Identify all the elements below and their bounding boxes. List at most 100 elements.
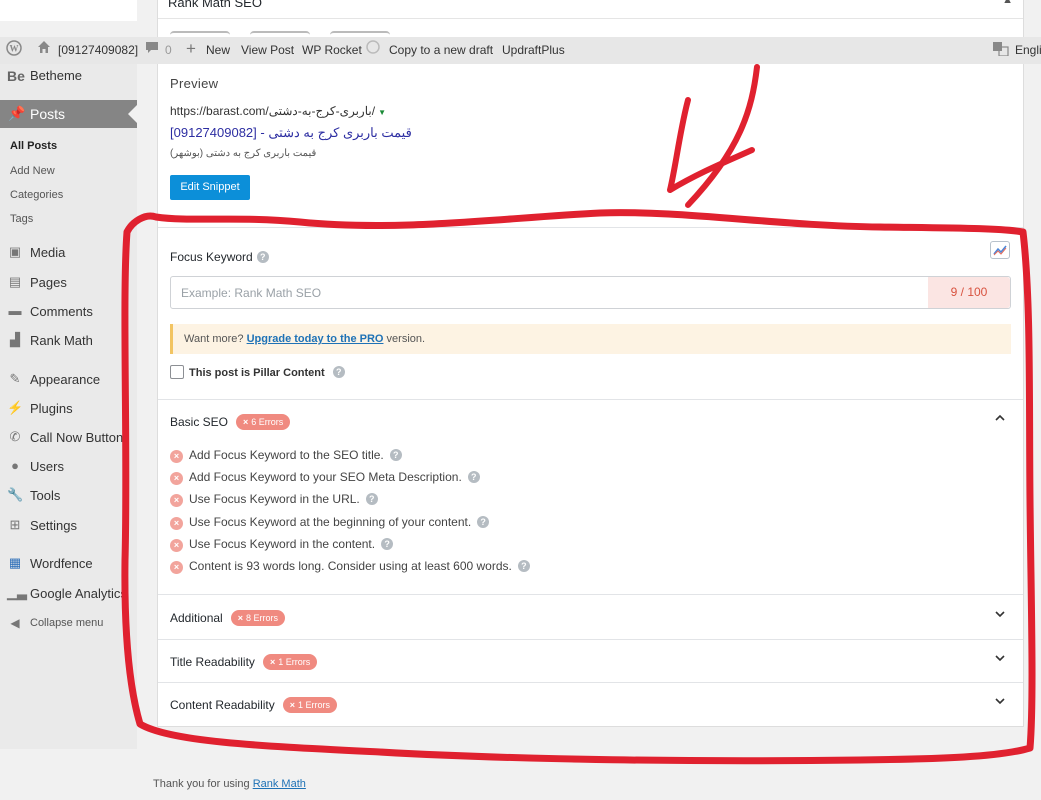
collapse-caret-icon[interactable]: ▲ — [1002, 0, 1013, 6]
language-icon[interactable] — [993, 42, 1009, 61]
additional-section-header[interactable]: Additional × 8 Errors — [158, 596, 1023, 639]
settings-icon: ⊞ — [9, 517, 21, 532]
sidebar-item-call-now-button[interactable]: ✆ Call Now Button — [0, 427, 137, 451]
help-icon[interactable]: ? — [517, 560, 530, 572]
admin-bar: W [09127409082] 0 + New View Post WP Roc… — [0, 37, 1041, 64]
plus-icon[interactable]: + — [186, 39, 196, 59]
sidebar-item-settings[interactable]: ⊞ Settings — [0, 515, 137, 539]
error-count: 1 Errors — [298, 700, 331, 710]
analytics-icon: ▁▃ — [7, 585, 27, 600]
error-count: 6 Errors — [251, 417, 284, 427]
rank-math-footer-link[interactable]: Rank Math — [253, 778, 306, 790]
collapse-menu-label: Collapse menu — [30, 617, 104, 629]
list-item: × Use Focus Keyword in the content.? — [170, 537, 770, 555]
list-item: × Use Focus Keyword in the URL.? — [170, 492, 770, 510]
check-text: Add Focus Keyword to the SEO title. — [189, 448, 384, 462]
title-readability-section-header[interactable]: Title Readability × 1 Errors — [158, 640, 1023, 683]
serp-title[interactable]: قیمت باربری کرج به دشتی - [09127409082] — [170, 125, 412, 141]
submenu-all-posts[interactable]: All Posts — [10, 140, 57, 152]
close-icon: × — [237, 613, 243, 623]
site-menu-item[interactable]: Be Betheme — [0, 64, 137, 88]
help-icon[interactable]: ? — [477, 516, 490, 528]
sidebar-item-appearance[interactable]: ✎ Appearance — [0, 369, 137, 393]
help-icon[interactable]: ? — [467, 471, 480, 483]
chevron-up-icon[interactable] — [995, 413, 1005, 423]
updraftplus-link[interactable]: UpdraftPlus — [502, 43, 565, 57]
sidebar-item-media[interactable]: ▣ Media — [0, 242, 137, 266]
media-icon: ▣ — [8, 244, 22, 259]
check-text: Use Focus Keyword at the beginning of yo… — [189, 515, 472, 529]
edit-snippet-button[interactable]: Edit Snippet — [170, 175, 250, 200]
collapse-menu-button[interactable]: ◀ Collapse menu — [0, 614, 137, 638]
wordfence-icon: ▦ — [8, 555, 22, 570]
collapse-icon: ◀ — [10, 616, 20, 630]
help-icon[interactable]: ? — [381, 538, 394, 550]
sidebar-item-label: Posts — [30, 106, 66, 122]
trends-button[interactable] — [990, 241, 1010, 259]
error-x-icon: × — [170, 494, 183, 507]
sidebar-item-pages[interactable]: ▤ Pages — [0, 272, 137, 296]
new-link[interactable]: New — [206, 43, 230, 57]
chevron-down-icon[interactable] — [995, 696, 1005, 706]
sidebar-item-plugins[interactable]: ⚡ Plugins — [0, 398, 137, 422]
metabox-header: Rank Math SEO ▲ — [157, 0, 1024, 37]
sidebar-item-users[interactable]: ● Users — [0, 456, 137, 480]
chevron-down-icon[interactable] — [995, 653, 1005, 663]
rank-math-metabox: Preview https://barast.com/باربری-کرج-به… — [157, 64, 1024, 727]
copy-draft-link[interactable]: Copy to a new draft — [389, 43, 493, 57]
help-icon[interactable]: ? — [332, 366, 345, 378]
sidebar-item-google-analytics[interactable]: ▁▃ Google Analytics — [0, 583, 137, 607]
footer-text: Thank you for using — [153, 778, 250, 790]
close-icon: × — [269, 657, 276, 667]
submenu-categories[interactable]: Categories — [10, 189, 63, 201]
keyword-counter: 9 / 100 — [928, 277, 1010, 308]
language-switcher[interactable]: Engli — [1015, 43, 1041, 57]
pillar-content-checkbox[interactable] — [170, 365, 184, 379]
list-item: × Content is 93 words long. Consider usin… — [170, 559, 770, 577]
home-icon[interactable] — [37, 40, 51, 59]
betheme-icon: Be — [7, 68, 25, 84]
sidebar-item-comments[interactable]: ▬ Comments — [0, 301, 137, 325]
focus-keyword-label-text: Focus Keyword — [170, 250, 253, 264]
comment-icon[interactable] — [145, 40, 159, 59]
sidebar-item-label: Settings — [30, 518, 77, 533]
sidebar-item-label: Call Now Button — [30, 430, 124, 445]
chevron-down-icon[interactable] — [995, 609, 1005, 619]
sidebar-item-label: Tools — [30, 488, 61, 503]
error-x-icon: × — [170, 539, 183, 552]
sidebar-item-rank-math[interactable]: ▟ Rank Math — [0, 330, 137, 354]
comments-count[interactable]: 0 — [165, 43, 172, 57]
help-icon[interactable]: ? — [365, 493, 378, 505]
help-icon[interactable]: ? — [256, 251, 269, 263]
rank-math-icon: ▟ — [10, 332, 20, 347]
focus-keyword-label: Focus Keyword? — [170, 250, 269, 264]
notice-prefix: Want more? — [184, 333, 244, 345]
basic-seo-section-header[interactable]: Basic SEO × 6 Errors — [158, 400, 1023, 443]
sidebar-item-posts[interactable]: 📌 Posts — [0, 100, 137, 128]
submenu-add-new[interactable]: Add New — [10, 165, 55, 177]
sidebar-item-wordfence[interactable]: ▦ Wordfence — [0, 553, 137, 577]
dropdown-arrow-icon: ▼ — [378, 108, 386, 117]
wordpress-logo-icon[interactable]: W — [6, 40, 22, 61]
top-strip: Rank Math SEO ▲ — [0, 0, 1041, 37]
focus-keyword-field[interactable]: 9 / 100 — [170, 276, 1011, 309]
section-title-text: Additional — [170, 611, 223, 625]
error-count: 8 Errors — [245, 613, 278, 623]
error-badge: × 1 Errors — [262, 654, 318, 670]
sidebar-item-tools[interactable]: 🔧 Tools — [0, 485, 137, 509]
phone-icon: ✆ — [9, 429, 21, 444]
site-name-link[interactable]: [09127409082] — [58, 43, 138, 57]
comments-icon: ▬ — [8, 303, 22, 318]
pillar-content-label[interactable]: This post is Pillar Content — [189, 367, 325, 379]
help-icon[interactable]: ? — [389, 449, 402, 461]
pillar-content-option: This post is Pillar Content? — [170, 365, 345, 379]
focus-keyword-input[interactable] — [171, 277, 929, 308]
check-text: Add Focus Keyword to your SEO Meta Descr… — [189, 470, 462, 484]
view-post-link[interactable]: View Post — [241, 43, 294, 57]
submenu-tags[interactable]: Tags — [10, 213, 33, 225]
wp-rocket-link[interactable]: WP Rocket — [302, 43, 362, 57]
section-title: Basic SEO × 6 Errors — [170, 414, 291, 430]
content-readability-section-header[interactable]: Content Readability × 1 Errors — [158, 683, 1023, 726]
admin-footer: Thank you for using Rank Math — [153, 778, 306, 790]
upgrade-pro-link[interactable]: Upgrade today to the PRO — [247, 333, 384, 345]
